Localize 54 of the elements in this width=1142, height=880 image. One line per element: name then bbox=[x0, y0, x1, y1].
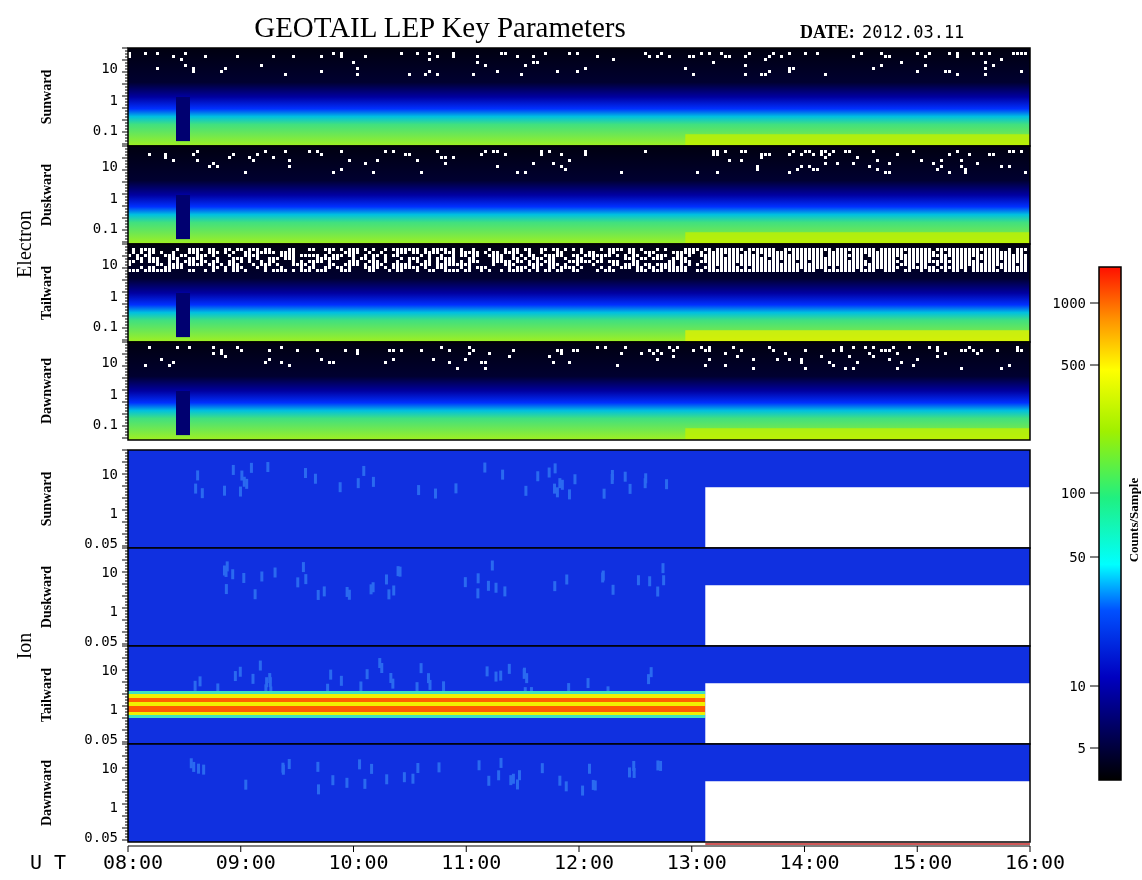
axis-tick-label: 10 bbox=[101, 256, 118, 272]
axis-tick-label: 10 bbox=[101, 60, 118, 76]
colorbar-label: Counts/Sample bbox=[1126, 477, 1141, 563]
axis-tick-label: 1 bbox=[109, 190, 118, 206]
direction-label: Dawnward bbox=[39, 759, 54, 827]
direction-label: Sunward bbox=[39, 69, 54, 125]
axis-tick-label: 1 bbox=[109, 701, 118, 717]
colorbar-tick-label: 1000 bbox=[1052, 295, 1086, 311]
axis-tick-label: 0.1 bbox=[92, 416, 118, 432]
axis-tick-label: 10 bbox=[101, 354, 118, 370]
axis-tick-label: 1 bbox=[109, 386, 118, 402]
species-label: Ion bbox=[13, 632, 35, 660]
direction-label: Tailward bbox=[39, 668, 54, 722]
axis-tick-label: 10 bbox=[101, 466, 118, 482]
axis-tick-label: 10 bbox=[101, 158, 118, 174]
direction-label: Sunward bbox=[39, 471, 54, 527]
axis-tick-label: 0.1 bbox=[92, 122, 118, 138]
time-tick-label: 16:00 bbox=[1004, 850, 1066, 874]
axis-tick-label: 1 bbox=[109, 505, 118, 521]
time-tick-label: 10:00 bbox=[328, 850, 389, 874]
axis-tick-label: 0.05 bbox=[84, 633, 118, 649]
axis-tick-label: 0.05 bbox=[84, 535, 118, 551]
axis-tick-label: 10 bbox=[101, 662, 118, 678]
time-tick-label: 09:00 bbox=[215, 850, 276, 874]
time-axis-label: U T bbox=[30, 850, 67, 874]
time-tick-label: 12:00 bbox=[553, 850, 615, 874]
direction-label: Dawnward bbox=[39, 357, 54, 425]
axis-tick-label: 10 bbox=[101, 564, 118, 580]
axis-tick-label: 0.1 bbox=[92, 318, 118, 334]
colorbar-tick-label: 500 bbox=[1060, 357, 1086, 373]
direction-label: Duskward bbox=[39, 163, 54, 227]
colorbar-tick-label: 50 bbox=[1069, 549, 1086, 565]
axis-tick-label: 10 bbox=[101, 760, 118, 776]
time-tick-label: 13:00 bbox=[666, 850, 727, 874]
colorbar-tick-label: 100 bbox=[1060, 485, 1086, 501]
date-label: DATE: bbox=[800, 22, 855, 42]
axis-tick-label: 1 bbox=[109, 92, 118, 108]
axis-tick-label: 0.05 bbox=[84, 731, 118, 747]
time-tick-label: 11:00 bbox=[441, 850, 502, 874]
colorbar-tick-label: 5 bbox=[1077, 740, 1086, 756]
axis-tick-label: 0.05 bbox=[84, 829, 118, 845]
axis-tick-label: 1 bbox=[109, 603, 118, 619]
axis-tick-label: 1 bbox=[109, 288, 118, 304]
direction-label: Tailward bbox=[39, 266, 54, 320]
time-tick-label: 08:00 bbox=[102, 850, 164, 874]
plot-title: GEOTAIL LEP Key Parameters bbox=[254, 11, 626, 43]
time-tick-label: 14:00 bbox=[779, 850, 840, 874]
direction-label: Duskward bbox=[39, 565, 54, 629]
colorbar-tick-label: 10 bbox=[1069, 678, 1086, 694]
axis-tick-label: 1 bbox=[109, 799, 118, 815]
time-tick-label: 15:00 bbox=[892, 850, 953, 874]
species-label: Electron bbox=[13, 210, 35, 278]
axis-tick-label: 0.1 bbox=[92, 220, 118, 236]
date-value: 2012.03.11 bbox=[862, 22, 965, 42]
